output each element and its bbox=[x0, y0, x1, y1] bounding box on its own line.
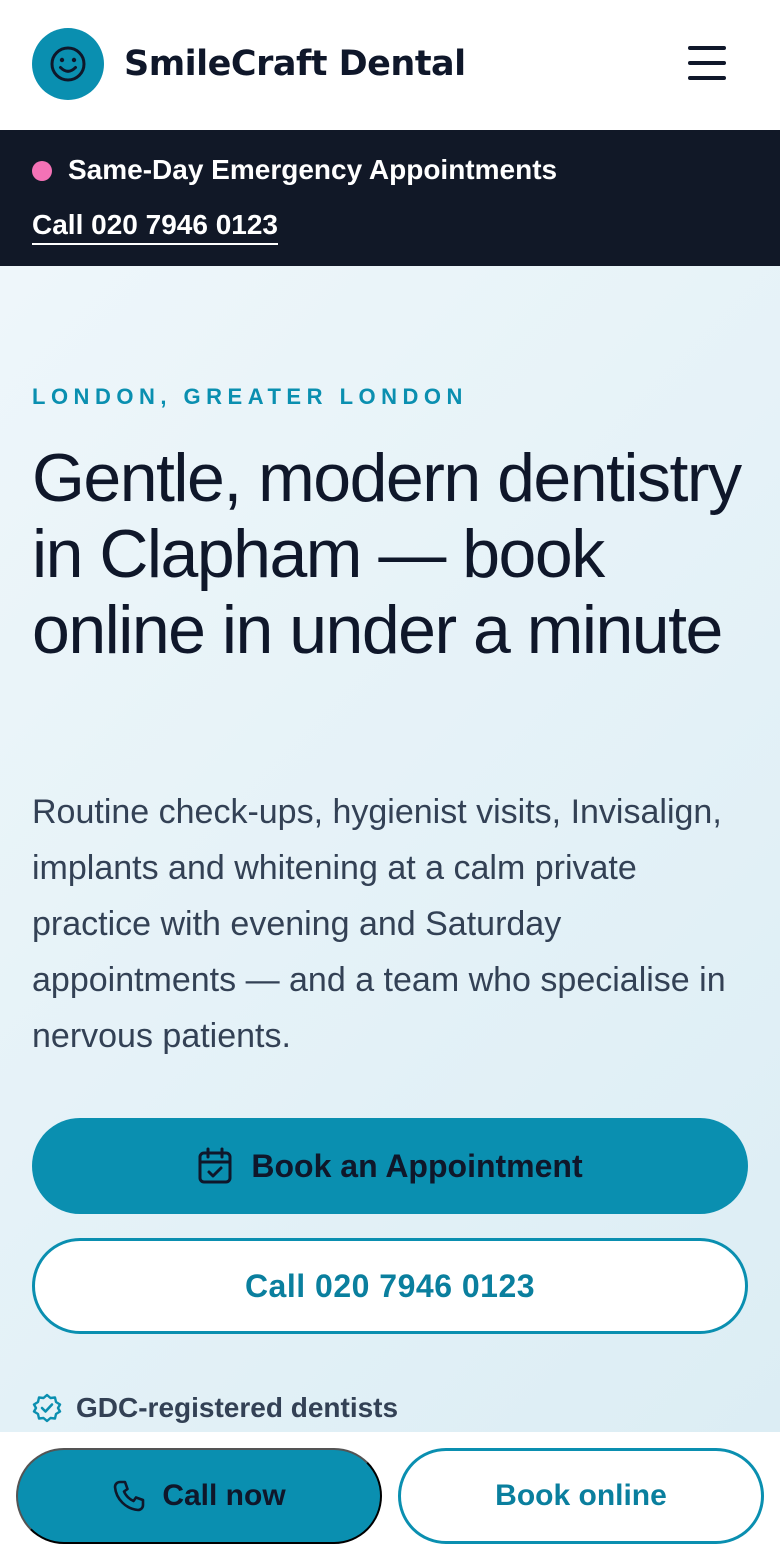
calendar-check-icon bbox=[198, 1147, 232, 1184]
call-phone-button[interactable]: Call 020 7946 0123 bbox=[32, 1238, 748, 1334]
status-dot bbox=[32, 161, 52, 181]
hero-description: Routine check-ups, hygienist visits, Inv… bbox=[32, 793, 726, 1055]
book-appointment-label: Book an Appointment bbox=[251, 1147, 583, 1184]
trust-item: GDC-registered dentists bbox=[32, 1392, 398, 1424]
trust-item-label: GDC-registered dentists bbox=[76, 1392, 399, 1423]
call-now-button[interactable]: Call now bbox=[16, 1448, 382, 1544]
smiley-face-icon bbox=[50, 46, 86, 82]
call-phone-label: Call 020 7946 0123 bbox=[244, 1267, 536, 1304]
book-online-label: Book online bbox=[495, 1479, 667, 1512]
verified-badge-icon bbox=[32, 1393, 62, 1423]
brand-name[interactable]: SmileCraft Dental bbox=[124, 44, 466, 84]
logo[interactable] bbox=[32, 28, 104, 100]
emergency-phone-link[interactable]: Call 020 7946 0123 bbox=[32, 209, 278, 245]
call-now-label: Call now bbox=[162, 1479, 286, 1512]
hero-headline: Gentle, modern dentistry in Clapham — bo… bbox=[32, 440, 742, 668]
book-online-button[interactable]: Book online bbox=[398, 1448, 764, 1544]
book-appointment-button[interactable]: Book an Appointment bbox=[32, 1118, 748, 1214]
emergency-banner-title: Same-Day Emergency Appointments bbox=[68, 154, 558, 185]
hamburger-menu-icon[interactable] bbox=[688, 46, 728, 82]
emergency-banner bbox=[0, 130, 780, 266]
phone-icon bbox=[114, 1480, 145, 1512]
location-eyebrow: LONDON, GREATER LONDON bbox=[32, 384, 468, 409]
site-header: SmileCraft Dental bbox=[0, 0, 780, 130]
